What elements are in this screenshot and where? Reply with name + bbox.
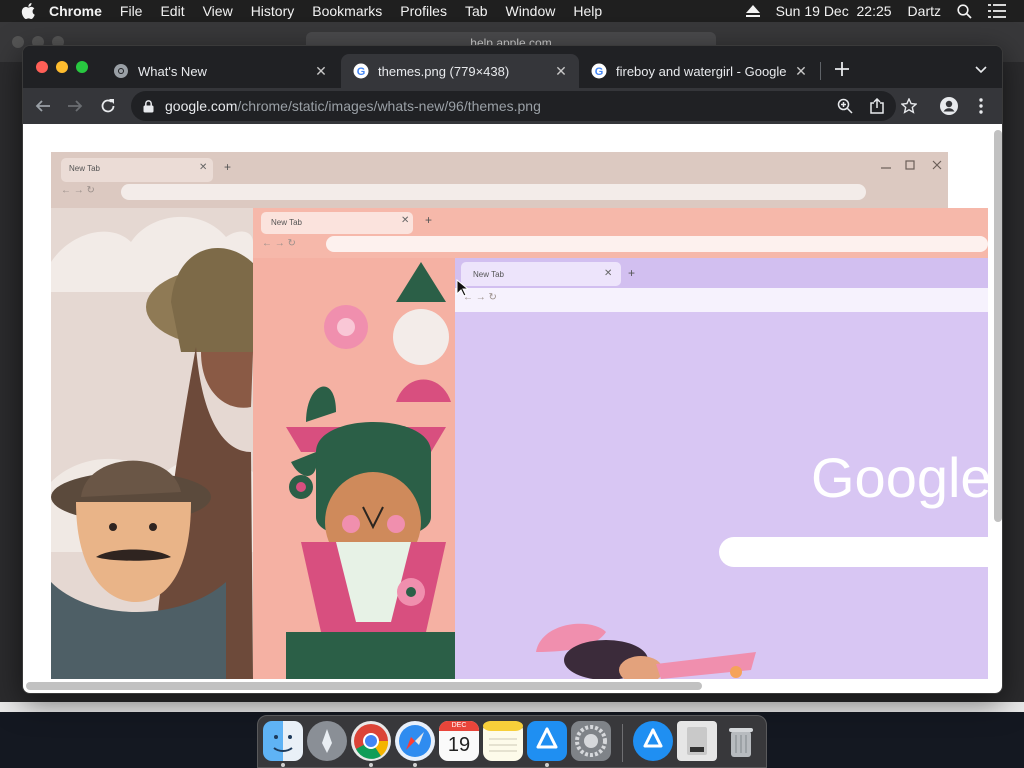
menu-edit[interactable]: Edit — [151, 0, 193, 22]
address-bar[interactable]: google.com/chrome/static/images/whats-ne… — [131, 91, 896, 121]
finder-icon[interactable] — [263, 721, 303, 761]
browser-toolbar: google.com/chrome/static/images/whats-ne… — [23, 88, 1002, 124]
chrome-icon[interactable] — [351, 721, 391, 761]
menu-app-name[interactable]: Chrome — [40, 0, 111, 22]
google-icon: G — [353, 63, 369, 79]
menubar-user[interactable]: Dartz — [900, 0, 949, 22]
themes-illustration: Google — [51, 152, 988, 679]
menu-bookmarks[interactable]: Bookmarks — [303, 0, 391, 22]
tab-fireboy-watergirl[interactable]: G fireboy and watergirl - Google ✕ — [579, 54, 819, 88]
apple-menu-icon[interactable] — [16, 0, 40, 22]
plus-icon: + — [224, 160, 232, 174]
google-icon: G — [591, 63, 607, 79]
mouse-cursor-icon — [456, 278, 470, 302]
svg-text:G: G — [357, 66, 366, 78]
svg-text:G: G — [595, 66, 604, 78]
tab-whats-new[interactable]: What's New ✕ — [101, 54, 339, 88]
mini-tab-peach: New Tab — [271, 218, 302, 227]
menubar-clock[interactable]: Sun 19 Dec 22:25 — [768, 0, 900, 22]
notes-icon[interactable] — [483, 721, 523, 761]
calendar-icon[interactable]: DEC 19 — [439, 721, 479, 761]
menu-window[interactable]: Window — [497, 0, 565, 22]
menu-profiles[interactable]: Profiles — [391, 0, 456, 22]
zoom-window-button[interactable] — [76, 61, 88, 73]
forward-arrow-icon[interactable] — [63, 94, 87, 118]
back-arrow-icon: ← → ↻ — [463, 292, 497, 303]
close-tab-icon[interactable]: ✕ — [553, 63, 569, 79]
app-store-downloads-icon[interactable] — [633, 721, 673, 761]
mini-tab-lavender: New Tab — [473, 270, 504, 279]
safari-icon[interactable] — [395, 721, 435, 761]
more-menu-icon[interactable] — [969, 94, 993, 118]
menu-help[interactable]: Help — [564, 0, 611, 22]
bookmark-star-icon[interactable] — [897, 94, 921, 118]
menu-history[interactable]: History — [242, 0, 304, 22]
page-viewport[interactable]: Google New Tab ✕ + ← → ↻ New Tab ✕ + ← →… — [23, 124, 1002, 693]
eject-icon[interactable] — [738, 5, 768, 17]
google-logo-text: Google — [811, 446, 988, 509]
control-center-icon[interactable] — [980, 4, 1014, 18]
tab-title: fireboy and watergirl - Google — [616, 63, 787, 79]
horizontal-scrollbar[interactable] — [26, 682, 702, 690]
back-arrow-icon: ← → ↻ — [262, 238, 296, 249]
plus-icon: + — [628, 266, 636, 280]
plus-icon: + — [425, 213, 433, 227]
reload-icon[interactable] — [96, 94, 120, 118]
menu-file[interactable]: File — [111, 0, 152, 22]
trash-icon[interactable] — [721, 721, 761, 761]
chrome-icon — [113, 63, 129, 79]
tab-search-chevron-icon[interactable] — [971, 60, 991, 80]
tab-themes-png[interactable]: G themes.png (779×438) ✕ — [341, 54, 579, 88]
back-arrow-icon: ← → ↻ — [61, 185, 95, 196]
url-text: google.com/chrome/static/images/whats-ne… — [165, 98, 541, 114]
close-tab-icon[interactable]: ✕ — [313, 63, 329, 79]
system-preferences-icon[interactable] — [571, 721, 611, 761]
tab-strip: What's New ✕ G themes.png (779×438) ✕ G … — [23, 46, 1002, 88]
zoom-magnifier-icon[interactable] — [833, 94, 857, 118]
share-icon[interactable] — [865, 94, 889, 118]
close-tab-icon[interactable]: ✕ — [793, 63, 809, 79]
menu-view[interactable]: View — [194, 0, 242, 22]
vertical-scrollbar[interactable] — [994, 130, 1002, 522]
profile-avatar-icon[interactable] — [937, 94, 961, 118]
back-arrow-icon[interactable] — [31, 94, 55, 118]
lock-icon[interactable] — [143, 99, 157, 113]
disk-utility-icon[interactable] — [677, 721, 717, 761]
close-icon: ✕ — [199, 162, 208, 173]
spotlight-search-icon[interactable] — [949, 3, 980, 19]
dock: DEC 19 — [257, 715, 767, 768]
close-window-button[interactable] — [36, 61, 48, 73]
close-icon: ✕ — [401, 215, 410, 226]
calendar-day: 19 — [447, 734, 471, 756]
chrome-window: What's New ✕ G themes.png (779×438) ✕ G … — [22, 45, 1003, 694]
launchpad-icon[interactable] — [307, 721, 347, 761]
menu-bar: Chrome File Edit View History Bookmarks … — [0, 0, 1024, 22]
themes-image: Google New Tab ✕ + ← → ↻ New Tab ✕ + ← →… — [51, 152, 988, 679]
tab-title: What's New — [138, 63, 207, 79]
app-store-icon[interactable] — [527, 721, 567, 761]
new-tab-button[interactable] — [831, 58, 853, 80]
mini-tab-beige: New Tab — [69, 164, 100, 173]
minimize-window-button[interactable] — [56, 61, 68, 73]
close-icon: ✕ — [604, 268, 613, 279]
menu-tab[interactable]: Tab — [456, 0, 497, 22]
tab-title: themes.png (779×438) — [378, 63, 510, 79]
calendar-month: DEC — [439, 721, 479, 731]
